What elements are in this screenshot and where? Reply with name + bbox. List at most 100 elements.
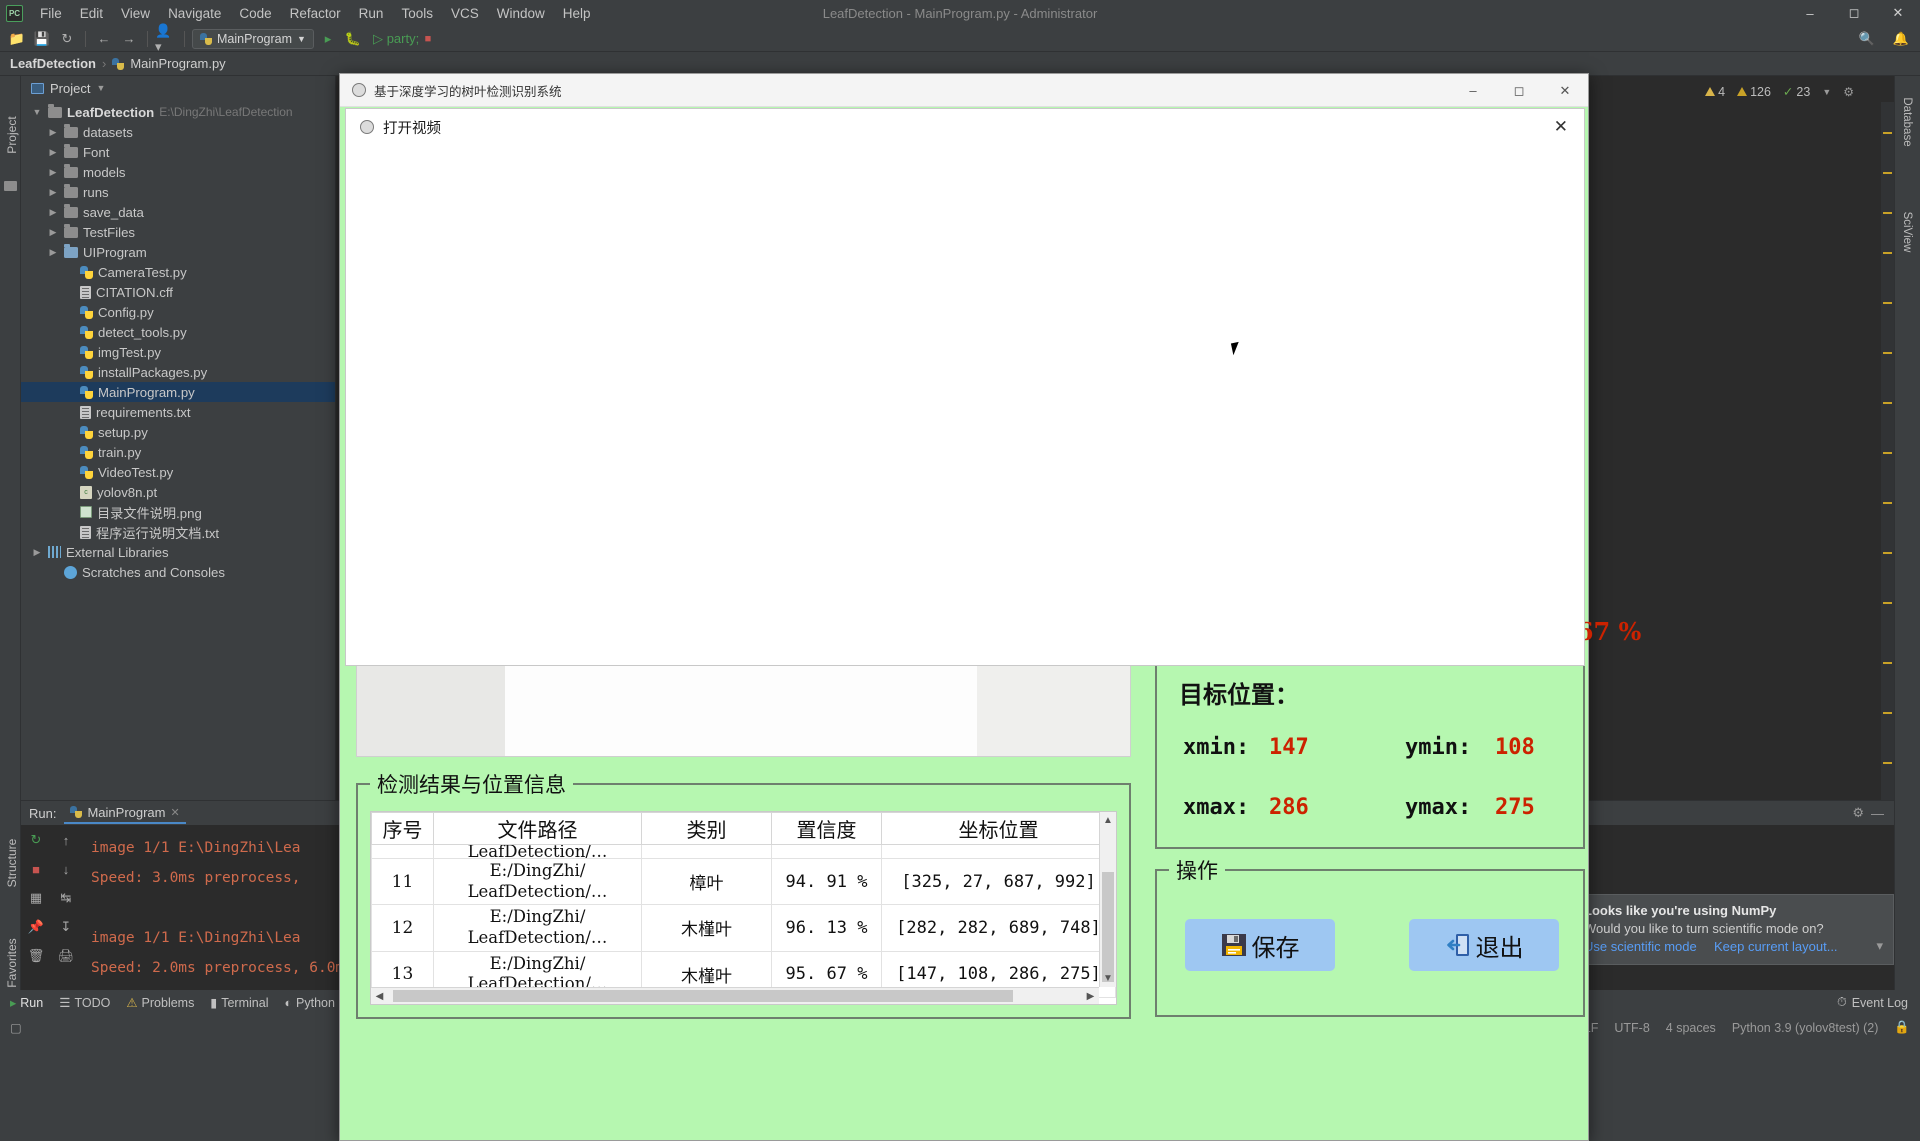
lock-icon[interactable]: 🔒: [1894, 1020, 1910, 1035]
close-icon[interactable]: ✕: [1876, 0, 1920, 26]
open-folder-icon[interactable]: 📁: [6, 29, 28, 49]
tree-item--png[interactable]: 目录文件说明.png: [21, 502, 335, 522]
menu-item-navigate[interactable]: Navigate: [159, 3, 230, 24]
tool-tab-sciview[interactable]: SciView: [1901, 197, 1913, 267]
tool-tab-favorites[interactable]: Favorites: [5, 933, 19, 993]
menu-item-refactor[interactable]: Refactor: [281, 3, 350, 24]
tree-item-external-libraries[interactable]: ▶External Libraries: [21, 542, 335, 562]
scroll-to-end-icon[interactable]: ↧: [57, 918, 75, 936]
menu-item-window[interactable]: Window: [488, 3, 554, 24]
back-icon[interactable]: ←: [93, 29, 115, 49]
scroll-right-icon[interactable]: ▶: [1082, 988, 1099, 1004]
tree-item-uiprogram[interactable]: ▶UIProgram: [21, 242, 335, 262]
tree-item-citation-cff[interactable]: CITATION.cff: [21, 282, 335, 302]
menu-item-code[interactable]: Code: [230, 3, 280, 24]
minimize-icon[interactable]: –: [1788, 0, 1832, 26]
chevron-down-icon[interactable]: ▼: [96, 83, 105, 93]
table-row[interactable]: 11E:/DingZhi/LeafDetection/…樟叶94. 91 %[3…: [372, 859, 1116, 905]
menu-item-run[interactable]: Run: [350, 3, 393, 24]
tree-item-font[interactable]: ▶Font: [21, 142, 335, 162]
status-encoding[interactable]: UTF-8: [1614, 1021, 1649, 1035]
tree-item-save-data[interactable]: ▶save_data: [21, 202, 335, 222]
app-minimize-icon[interactable]: –: [1450, 74, 1496, 107]
tree-item-runs[interactable]: ▶runs: [21, 182, 335, 202]
tool-tab-database[interactable]: Database: [1901, 87, 1913, 157]
event-log-button[interactable]: ⏱ Event Log: [1837, 995, 1908, 1010]
print-icon[interactable]: 🖨: [57, 947, 75, 965]
tool-tab-structure[interactable]: Structure: [5, 833, 19, 893]
layout-icon[interactable]: ▦: [27, 889, 45, 907]
open-video-dialog-close-icon[interactable]: ✕: [1554, 117, 1568, 137]
numpy-notification-balloon[interactable]: i Looks like you're using NumPy Would yo…: [1549, 894, 1894, 965]
scroll-down-icon[interactable]: ▼: [1100, 970, 1116, 987]
tree-item-cameratest-py[interactable]: CameraTest.py: [21, 262, 335, 282]
tool-tab-project[interactable]: Project: [5, 105, 19, 165]
menu-item-view[interactable]: View: [112, 3, 159, 24]
open-video-dialog[interactable]: 打开视频 ✕: [345, 108, 1585, 666]
settings-icon[interactable]: ⚙: [1852, 805, 1864, 821]
tree-item-imgtest-py[interactable]: imgTest.py: [21, 342, 335, 362]
profile-run-icon[interactable]: party;: [392, 29, 414, 49]
scroll-left-icon[interactable]: ◀: [371, 988, 388, 1004]
menu-item-help[interactable]: Help: [554, 3, 600, 24]
tree-item-yolov8n-pt[interactable]: cyolov8n.pt: [21, 482, 335, 502]
menu-item-tools[interactable]: Tools: [392, 3, 442, 24]
table-column-header-3[interactable]: 置信度: [772, 813, 882, 845]
chevron-right-icon[interactable]: ▶: [47, 127, 59, 138]
tree-item--txt[interactable]: 程序运行说明文档.txt: [21, 522, 335, 542]
table-column-header-1[interactable]: 文件路径: [434, 813, 642, 845]
tree-item-leafdetection[interactable]: ▼LeafDetectionE:\DingZhi\LeafDetection: [21, 102, 335, 122]
table-column-header-2[interactable]: 类别: [642, 813, 772, 845]
save-button[interactable]: 保存: [1185, 919, 1335, 971]
tree-item-videotest-py[interactable]: VideoTest.py: [21, 462, 335, 482]
soft-wrap-icon[interactable]: ↹: [57, 889, 75, 907]
app-close-icon[interactable]: ✕: [1542, 74, 1588, 107]
stop-icon[interactable]: ■: [27, 860, 45, 878]
table-column-header-4[interactable]: 坐标位置: [882, 813, 1116, 845]
balloon-action-use-scientific-mode[interactable]: Use scientific mode: [1584, 939, 1697, 954]
maximize-icon[interactable]: ◻: [1832, 0, 1876, 26]
scroll-thumb[interactable]: [1102, 872, 1114, 982]
tree-item-train-py[interactable]: train.py: [21, 442, 335, 462]
stop-icon[interactable]: ■: [417, 29, 439, 49]
tree-item-mainprogram-py[interactable]: MainProgram.py: [21, 382, 335, 402]
chevron-right-icon[interactable]: ▶: [47, 187, 59, 198]
menu-item-vcs[interactable]: VCS: [442, 3, 488, 24]
profile-icon[interactable]: 👤▾: [155, 29, 177, 49]
chevron-right-icon[interactable]: ▶: [47, 207, 59, 218]
app-maximize-icon[interactable]: ◻: [1496, 74, 1542, 107]
bottom-tab-problems[interactable]: ⚠Problems: [126, 995, 194, 1010]
chevron-right-icon[interactable]: ▶: [47, 227, 59, 238]
chevron-down-icon[interactable]: ▼: [1822, 87, 1831, 97]
debug-icon[interactable]: 🐛: [342, 29, 364, 49]
chevron-right-icon[interactable]: ▶: [47, 147, 59, 158]
tree-item-models[interactable]: ▶models: [21, 162, 335, 182]
status-interpreter[interactable]: Python 3.9 (yolov8test) (2): [1732, 1021, 1879, 1035]
bottom-tab-run[interactable]: ▸Run: [10, 995, 43, 1010]
tree-item-testfiles[interactable]: ▶TestFiles: [21, 222, 335, 242]
chevron-right-icon[interactable]: ▶: [31, 547, 43, 558]
run-icon[interactable]: ▸: [317, 29, 339, 49]
notifications-icon[interactable]: 🔔: [1890, 29, 1912, 49]
chevron-down-icon[interactable]: ▾: [1876, 938, 1883, 954]
chevron-right-icon[interactable]: ▶: [47, 167, 59, 178]
rerun-icon[interactable]: ↻: [27, 831, 45, 849]
pin-icon[interactable]: 📌: [27, 918, 45, 936]
table-column-header-0[interactable]: 序号: [372, 813, 434, 845]
balloon-action-keep-layout[interactable]: Keep current layout...: [1714, 939, 1838, 954]
table-vertical-scrollbar[interactable]: ▲ ▼: [1099, 812, 1116, 987]
tree-item-setup-py[interactable]: setup.py: [21, 422, 335, 442]
bottom-tab-todo[interactable]: ☰TODO: [59, 995, 110, 1010]
search-icon[interactable]: 🔍: [1856, 29, 1878, 49]
tree-item-detect-tools-py[interactable]: detect_tools.py: [21, 322, 335, 342]
hide-icon[interactable]: —: [1871, 806, 1884, 821]
menu-item-file[interactable]: File: [31, 3, 71, 24]
chevron-right-icon[interactable]: ▶: [47, 247, 59, 258]
tree-item-installpackages-py[interactable]: installPackages.py: [21, 362, 335, 382]
scroll-thumb[interactable]: [393, 990, 1013, 1002]
save-all-icon[interactable]: 💾: [31, 29, 53, 49]
tree-item-scratches-and-consoles[interactable]: Scratches and Consoles: [21, 562, 335, 582]
inspection-settings-icon[interactable]: ⚙: [1843, 85, 1854, 99]
menu-item-edit[interactable]: Edit: [71, 3, 112, 24]
exit-button[interactable]: 退出: [1409, 919, 1559, 971]
